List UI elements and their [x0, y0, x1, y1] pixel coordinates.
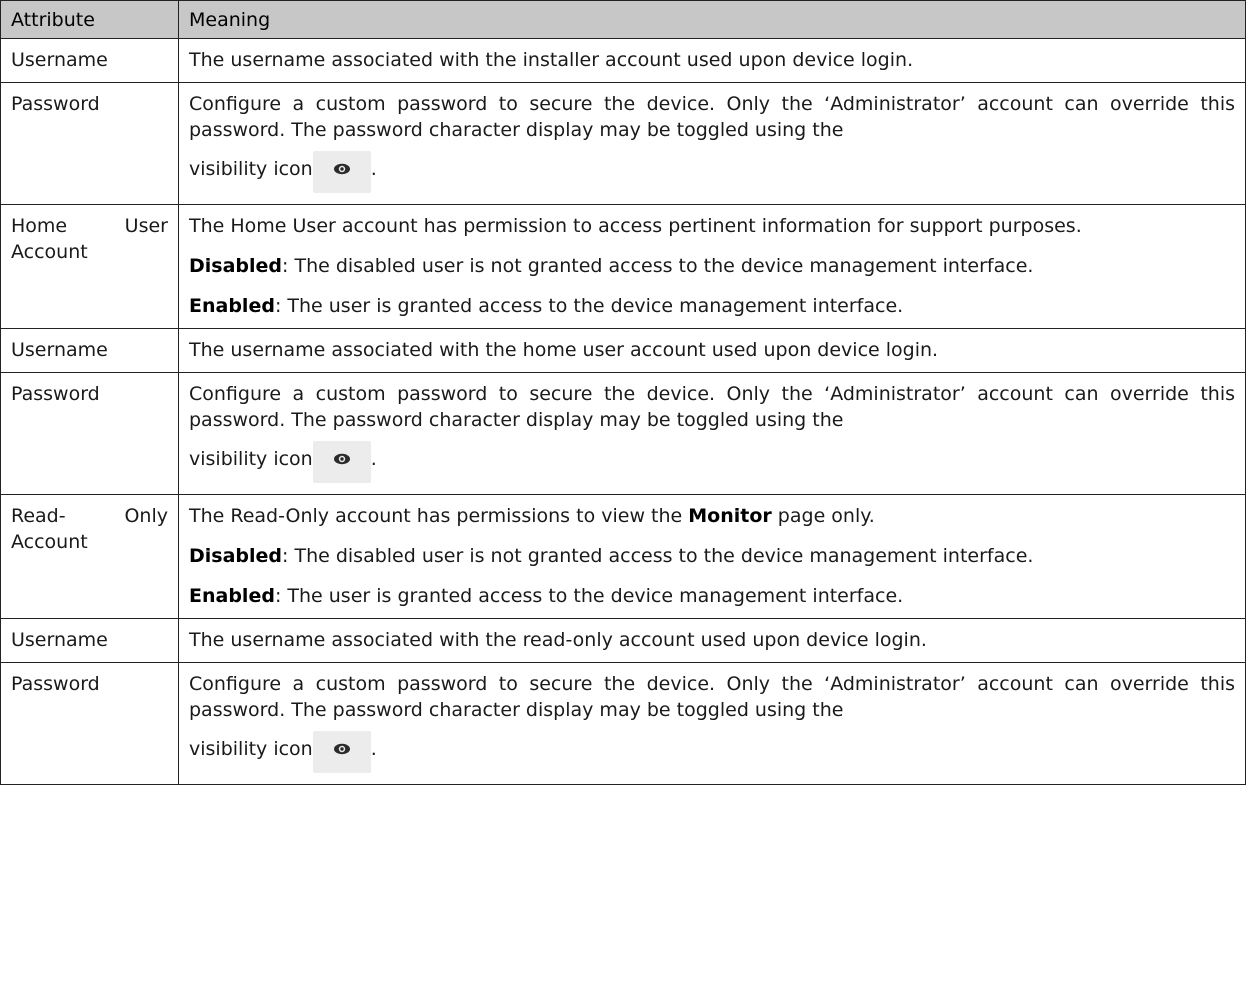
meaning-text: Configure a custom password to secure th…	[189, 93, 1235, 141]
table-row: Password Configure a custom password to …	[0, 372, 1246, 495]
header-row: Attribute Meaning	[0, 0, 1246, 39]
attribute-cell: Username	[0, 618, 179, 663]
attribute-cell: Username	[0, 328, 179, 373]
attribute-table: Attribute Meaning Username The username …	[0, 0, 1246, 785]
header-attribute: Attribute	[0, 0, 179, 39]
table-row: Password Configure a custom password to …	[0, 662, 1246, 785]
meaning-cell: Configure a custom password to secure th…	[178, 372, 1246, 495]
enabled-label: Enabled	[189, 295, 275, 317]
meaning-cell: The Home User account has permission to …	[178, 204, 1246, 329]
table-row: Password Configure a custom password to …	[0, 82, 1246, 205]
enabled-text: : The user is granted access to the devi…	[274, 585, 904, 607]
table-row: Username The username associated with th…	[0, 328, 1246, 373]
eye-icon	[312, 441, 371, 483]
enabled-text: : The user is granted access to the devi…	[274, 295, 904, 317]
attribute-cell: Username	[0, 38, 179, 83]
table-row: Read- Only Account The Read-Only account…	[0, 494, 1246, 619]
table-row: Username The username associated with th…	[0, 618, 1246, 663]
meaning-cell: Configure a custom password to secure th…	[178, 662, 1246, 785]
meaning-icon-line: visibility icon.	[189, 143, 1235, 195]
meaning-tail: visibility icon	[189, 448, 313, 470]
attribute-cell: Password	[0, 662, 179, 785]
meaning-icon-line: visibility icon.	[189, 433, 1235, 485]
eye-icon	[312, 151, 371, 193]
disabled-text: : The disabled user is not granted acces…	[282, 255, 1034, 277]
meaning-tail: visibility icon	[189, 158, 313, 180]
attribute-cell: Read- Only Account	[0, 494, 179, 619]
table-row: Home User Account The Home User account …	[0, 204, 1246, 329]
monitor-label: Monitor	[688, 505, 772, 527]
meaning-cell: Configure a custom password to secure th…	[178, 82, 1246, 205]
meaning-post: page only.	[771, 505, 875, 527]
attribute-cell: Password	[0, 82, 179, 205]
meaning-text: The Home User account has permission to …	[189, 215, 1082, 237]
disabled-line: Disabled: The disabled user is not grant…	[189, 543, 1235, 569]
meaning-text: The Read-Only account has permissions to…	[189, 503, 1235, 529]
attribute-cell: Home User Account	[0, 204, 179, 329]
eye-icon	[312, 731, 371, 773]
meaning-text: Configure a custom password to secure th…	[189, 383, 1235, 431]
meaning-cell: The username associated with the install…	[178, 38, 1246, 83]
table-row: Username The username associated with th…	[0, 38, 1246, 83]
meaning-text: Configure a custom password to secure th…	[189, 673, 1235, 721]
enabled-line: Enabled: The user is granted access to t…	[189, 583, 1235, 609]
meaning-cell: The username associated with the home us…	[178, 328, 1246, 373]
meaning-cell: The Read-Only account has permissions to…	[178, 494, 1246, 619]
attribute-cell: Password	[0, 372, 179, 495]
enabled-label: Enabled	[189, 585, 275, 607]
disabled-label: Disabled	[189, 255, 283, 277]
meaning-cell: The username associated with the read-on…	[178, 618, 1246, 663]
meaning-end: .	[370, 448, 377, 470]
header-meaning: Meaning	[178, 0, 1246, 39]
meaning-end: .	[370, 158, 377, 180]
meaning-tail: visibility icon	[189, 738, 313, 760]
enabled-line: Enabled: The user is granted access to t…	[189, 293, 1235, 319]
meaning-icon-line: visibility icon.	[189, 723, 1235, 775]
meaning-end: .	[370, 738, 377, 760]
disabled-label: Disabled	[189, 545, 283, 567]
meaning-pre: The Read-Only account has permissions to…	[189, 505, 689, 527]
disabled-text: : The disabled user is not granted acces…	[282, 545, 1034, 567]
disabled-line: Disabled: The disabled user is not grant…	[189, 253, 1235, 279]
